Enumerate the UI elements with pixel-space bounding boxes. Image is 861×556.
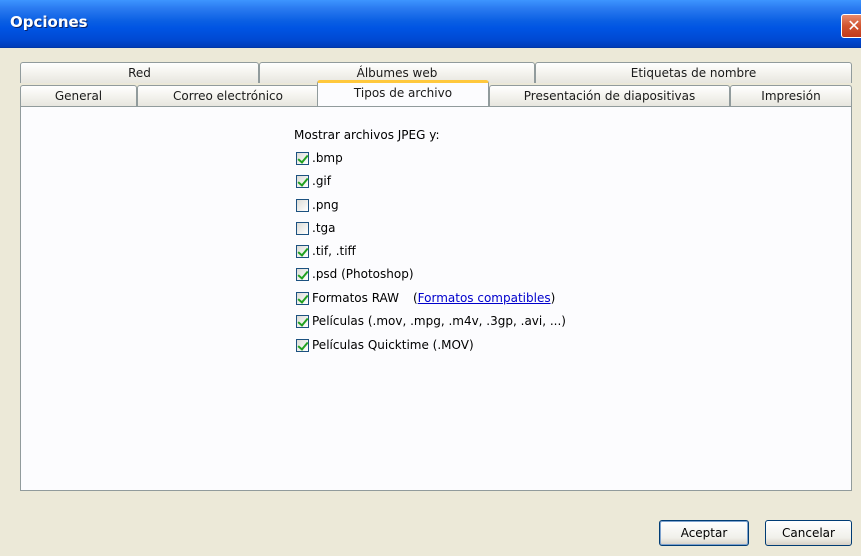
option-tga[interactable]: .tga xyxy=(296,220,336,236)
checkbox-bmp[interactable] xyxy=(296,151,309,165)
checkbox-gif[interactable] xyxy=(296,174,309,188)
option-png[interactable]: .png xyxy=(296,197,339,213)
option-label: .bmp xyxy=(312,151,343,165)
option-label: .tga xyxy=(312,221,336,235)
checkbox-tif[interactable] xyxy=(296,244,309,258)
option-peliculas-quicktime[interactable]: Películas Quicktime (.MOV) xyxy=(296,337,474,353)
link-close-paren: ) xyxy=(550,291,556,305)
option-label: .gif xyxy=(312,174,331,188)
close-icon: ✕ xyxy=(847,16,861,35)
checkbox-raw[interactable] xyxy=(296,291,309,305)
title-bar: Opciones ✕ xyxy=(0,0,861,48)
checkbox-tga[interactable] xyxy=(296,221,309,235)
tab-etiquetas-de-nombre[interactable]: Etiquetas de nombre xyxy=(535,62,852,83)
option-tif[interactable]: .tif, .tiff xyxy=(296,243,356,259)
file-types-heading: Mostrar archivos JPEG y: xyxy=(294,128,440,142)
tab-red[interactable]: Red xyxy=(20,62,259,83)
tab-general[interactable]: General xyxy=(20,85,137,106)
checkbox-peliculas-quicktime[interactable] xyxy=(296,338,309,352)
tab-tipos-de-archivo[interactable]: Tipos de archivo xyxy=(317,80,489,106)
option-gif[interactable]: .gif xyxy=(296,173,331,189)
tab-presentacion-de-diapositivas[interactable]: Presentación de diapositivas xyxy=(489,85,730,106)
option-label: .png xyxy=(312,198,339,212)
tab-impresion[interactable]: Impresión xyxy=(730,85,852,106)
checkbox-png[interactable] xyxy=(296,198,309,212)
option-label: Películas (.mov, .mpg, .m4v, .3gp, .avi,… xyxy=(312,314,566,328)
aceptar-button[interactable]: Aceptar xyxy=(659,520,749,546)
option-label: .tif, .tiff xyxy=(312,244,356,258)
checkbox-peliculas[interactable] xyxy=(296,314,309,328)
checkbox-psd[interactable] xyxy=(296,267,309,281)
option-label: Formatos RAW xyxy=(312,291,399,305)
option-psd[interactable]: .psd (Photoshop) xyxy=(296,266,414,282)
close-button[interactable]: ✕ xyxy=(841,14,861,38)
option-bmp[interactable]: .bmp xyxy=(296,150,343,166)
tab-correo-electronico[interactable]: Correo electrónico xyxy=(137,85,319,106)
cancelar-button[interactable]: Cancelar xyxy=(765,520,852,546)
option-label: Películas Quicktime (.MOV) xyxy=(312,338,474,352)
window-title: Opciones xyxy=(10,13,88,31)
option-label: .psd (Photoshop) xyxy=(312,267,414,281)
option-raw[interactable]: Formatos RAW (Formatos compatibles) xyxy=(296,290,555,306)
option-peliculas[interactable]: Películas (.mov, .mpg, .m4v, .3gp, .avi,… xyxy=(296,313,566,329)
formatos-compatibles-link[interactable]: Formatos compatibles xyxy=(418,290,551,306)
